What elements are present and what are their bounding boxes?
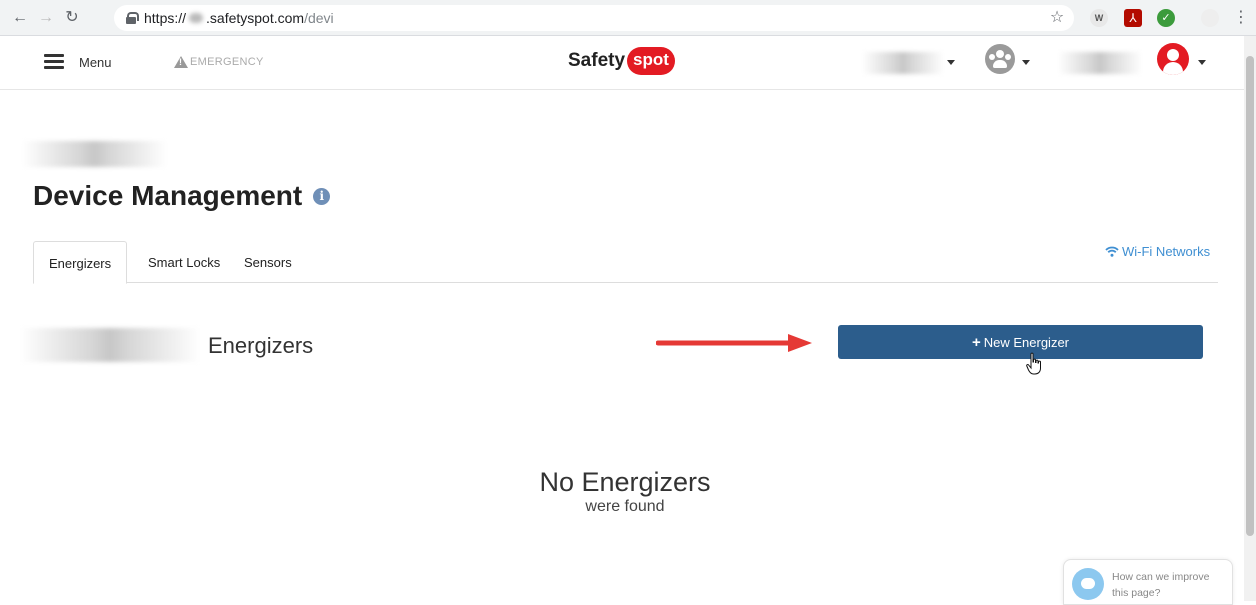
page-title-row: Device Management i [33,180,331,212]
feedback-widget[interactable]: How can we improve this page? [1063,559,1233,605]
reload-icon[interactable]: ↻ [62,8,82,28]
tab-sensors[interactable]: Sensors [229,241,307,283]
lock-icon [126,12,139,24]
bookmark-star-icon[interactable]: ☆ [1048,9,1066,27]
safetyspot-logo[interactable]: Safety spot [568,47,675,75]
group-avatar-icon[interactable] [985,44,1015,74]
chat-bubble-icon [1072,568,1104,600]
app-header: Menu EMERGENCY Safety spot [0,36,1244,90]
emergency-label: EMERGENCY [190,56,264,68]
menu-label[interactable]: Menu [79,55,112,70]
user-avatar-icon[interactable] [1157,43,1189,75]
url-scheme: https:// [144,10,187,26]
address-bar[interactable]: https:// .safetyspot.com /devi [114,5,1074,31]
hamburger-menu-icon[interactable] [44,54,64,70]
group-dropdown-caret-icon[interactable] [1022,60,1030,65]
new-energizer-button[interactable]: + New Energizer [838,325,1203,359]
tab-energizers[interactable]: Energizers [33,241,128,284]
tab-smart-locks[interactable]: Smart Locks [133,241,235,283]
plus-icon: + [971,333,981,351]
profile-extension-icon[interactable] [1201,9,1219,27]
red-arrow-annotation-icon [656,334,812,352]
wifi-networks-label: Wi-Fi Networks [1122,244,1211,259]
pdf-extension-icon[interactable]: ⅄ [1124,9,1142,27]
warning-icon [174,56,188,68]
hand-pointer-cursor-icon [1026,352,1041,375]
wifi-icon [1105,246,1119,257]
redacted-user-name[interactable] [1058,52,1142,74]
back-arrow-icon[interactable]: ← [10,8,30,28]
url-path: /devi [304,10,334,26]
emergency-link[interactable]: EMERGENCY [174,56,264,68]
user-dropdown-caret-icon[interactable] [1198,60,1206,65]
page-scrollbar[interactable] [1244,36,1256,601]
forward-arrow-icon[interactable]: → [36,8,56,28]
logo-text: Safety [568,50,626,71]
redacted-breadcrumb [22,141,167,167]
empty-state-subtitle: were found [585,498,665,515]
redacted-site-selector[interactable] [862,52,944,74]
empty-state-title: No Energizers [539,467,711,497]
section-title: Energizers [208,333,314,358]
wifi-networks-link[interactable]: Wi-Fi Networks [1105,244,1210,259]
w-extension-icon[interactable]: W [1090,9,1108,27]
redacted-site-name [20,328,200,362]
browser-toolbar: ← → ↻ https:// .safetyspot.com /devi ☆ W… [0,0,1256,36]
url-host: .safetyspot.com [206,10,305,26]
feedback-text: How can we improve this page? [1112,571,1210,599]
new-energizer-label: New Energizer [983,334,1070,350]
page-title: Device Management [33,180,303,211]
logo-badge: spot [627,47,675,75]
site-dropdown-caret-icon[interactable] [947,60,955,65]
check-extension-icon[interactable]: ✓ [1157,9,1175,27]
info-icon[interactable]: i [313,187,331,205]
device-tabs: Energizers Smart Locks Sensors [33,241,1218,284]
browser-menu-icon[interactable]: ⋮ [1232,9,1250,27]
redacted-subdomain [189,13,204,23]
